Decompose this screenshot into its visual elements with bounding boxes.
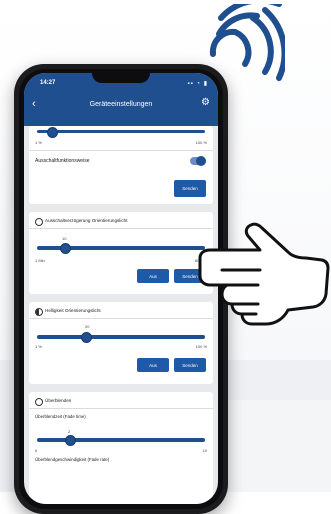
divider: [29, 318, 213, 319]
fade-time-label: Überblendzeit (Fade time): [35, 414, 86, 419]
fade-rate-label: Überblendgeschwindigkeit (Fade rate): [35, 457, 110, 462]
divider: [29, 228, 213, 229]
fade-icon: [35, 398, 43, 406]
send-button[interactable]: Senden: [174, 358, 206, 372]
fade-slider-thumb[interactable]: [65, 435, 76, 446]
phone-screen: 14:27 ▪▪ ◔ ▮ ‹ Geräteeinstellungen ⚙ 1 %…: [24, 73, 218, 504]
brightness-slider-track[interactable]: [37, 335, 205, 339]
card-heading: Helligkeit Orientierungslicht: [45, 308, 101, 313]
slider-min-label: 0: [35, 448, 38, 453]
divider: [29, 408, 213, 409]
off-button[interactable]: Aus: [137, 269, 169, 283]
slider-min-label: 1 Min: [35, 258, 45, 263]
toggle-knob: [196, 156, 206, 166]
slider-value-label: 10: [62, 236, 67, 241]
clock-icon: [35, 218, 43, 226]
divider: [29, 150, 213, 151]
gear-icon[interactable]: ⚙: [201, 98, 210, 108]
toggle-label: Ausschaltfunktionsweise: [35, 158, 90, 164]
brightness-icon: [35, 308, 43, 316]
slider-max-label: 100 %: [195, 140, 207, 145]
brightness-slider-thumb[interactable]: [81, 332, 92, 343]
phone-notch: [92, 73, 150, 83]
slider-value-label: 20: [85, 324, 90, 329]
slider-max-label: 10: [202, 448, 207, 453]
brightness-slider-thumb[interactable]: [47, 127, 58, 138]
page-title: Geräteeinstellungen: [89, 101, 153, 108]
card-fade: Überblenden Überblendzeit (Fade time) 2 …: [29, 392, 213, 504]
status-icons: ▪▪ ◔ ▮: [187, 81, 208, 87]
card-brightness-top: 1 % 100 % Ausschaltfunktionsweise Senden: [29, 126, 213, 204]
off-button[interactable]: Aus: [137, 358, 169, 372]
card-heading: Überblenden: [45, 398, 72, 403]
settings-content: 1 % 100 % Ausschaltfunktionsweise Senden…: [24, 126, 218, 504]
background-bottom-right: [228, 400, 331, 492]
toggle-switch[interactable]: [190, 156, 206, 166]
card-heading: Ausschaltverzögerung Orientierungslicht: [45, 218, 128, 223]
send-button[interactable]: Senden: [174, 180, 206, 197]
slider-min-label: 1 %: [35, 140, 42, 145]
status-time: 14:27: [40, 80, 56, 86]
brightness-slider-track[interactable]: [37, 130, 205, 133]
delay-slider-thumb[interactable]: [60, 243, 71, 254]
slider-max-label: 100 %: [195, 344, 207, 349]
card-brightness: Helligkeit Orientierungslicht 20 1 % 100…: [29, 302, 213, 384]
slider-min-label: 1 %: [35, 344, 42, 349]
slider-value-label: 2: [68, 429, 71, 434]
pointing-hand-icon: [198, 222, 330, 326]
card-off-delay: Ausschaltverzögerung Orientierungslicht …: [29, 212, 213, 294]
fade-slider-track[interactable]: [37, 438, 205, 442]
